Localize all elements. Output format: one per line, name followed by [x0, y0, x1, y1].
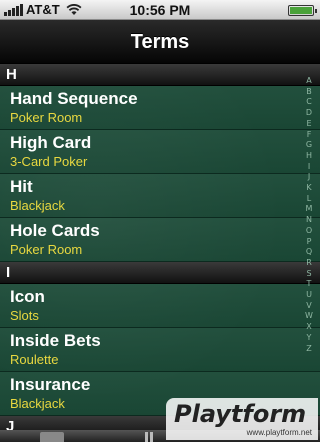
index-letter-k[interactable]: K [306, 183, 311, 194]
index-letter-o[interactable]: O [306, 226, 312, 237]
terms-list[interactable]: H Hand Sequence Poker Room High Card 3-Card … [0, 64, 320, 442]
list-item[interactable]: Hit Blackjack [0, 174, 320, 218]
list-item[interactable]: Hand Sequence Poker Room [0, 86, 320, 130]
index-letter-r[interactable]: R [306, 258, 312, 269]
index-letter-e[interactable]: E [306, 119, 311, 130]
index-letter-c[interactable]: C [306, 97, 312, 108]
term-title: Insurance [10, 375, 91, 394]
term-title: Hand Sequence [10, 89, 138, 108]
index-letter-q[interactable]: Q [306, 247, 312, 258]
term-title: Hit [10, 177, 33, 196]
term-game: Poker Room [10, 110, 83, 125]
index-letter-j[interactable]: J [308, 172, 310, 183]
navigation-bar: Terms [0, 20, 320, 64]
status-time: 10:56 PM [129, 2, 191, 18]
toolbar-tab-icon[interactable] [40, 432, 64, 442]
index-letter-i[interactable]: I [308, 162, 310, 173]
index-letter-p[interactable]: P [307, 237, 312, 248]
term-game: Poker Room [10, 242, 83, 257]
list-item[interactable]: High Card 3-Card Poker [0, 130, 320, 174]
battery-icon [288, 5, 317, 16]
term-title: Inside Bets [10, 331, 101, 350]
index-letter-t[interactable]: T [307, 279, 312, 290]
index-letter-f[interactable]: F [307, 130, 312, 141]
index-letter-n[interactable]: N [306, 215, 312, 226]
index-letter-a[interactable]: A [306, 76, 311, 87]
index-letter-x[interactable]: X [306, 322, 311, 333]
index-letter-v[interactable]: V [306, 301, 311, 312]
status-bar: AT&T 10:56 PM [0, 0, 320, 20]
index-letter-h[interactable]: H [306, 151, 312, 162]
list-item[interactable]: Icon Slots [0, 284, 320, 328]
term-title: Icon [10, 287, 45, 306]
section-index[interactable]: ABCDEFGHIJKLMNOPQRSTUVWXYZ [302, 76, 316, 354]
index-letter-u[interactable]: U [306, 290, 312, 301]
index-letter-s[interactable]: S [306, 269, 311, 280]
index-letter-d[interactable]: D [306, 108, 312, 119]
page-title: Terms [130, 31, 190, 53]
watermark-logo: Playtform [174, 400, 307, 428]
index-letter-w[interactable]: W [305, 311, 313, 322]
watermark: Playtform www.playtform.net [166, 398, 318, 440]
index-letter-b[interactable]: B [306, 87, 312, 98]
term-title: Hole Cards [10, 221, 100, 240]
term-game: Blackjack [10, 198, 65, 213]
watermark-url: www.playtform.net [246, 428, 312, 437]
index-letter-z[interactable]: Z [306, 344, 311, 355]
toolbar-bars-icon[interactable] [145, 432, 153, 442]
term-game: Roulette [10, 352, 59, 367]
term-game: 3-Card Poker [10, 154, 88, 169]
index-letter-l[interactable]: L [307, 194, 311, 205]
list-item[interactable]: Hole Cards Poker Room [0, 218, 320, 262]
battery-level [290, 7, 312, 14]
section-header-h: H [0, 64, 320, 86]
term-title: High Card [10, 133, 92, 152]
index-letter-m[interactable]: M [306, 204, 313, 215]
term-game: Slots [10, 308, 39, 323]
section-header-i: I [0, 262, 320, 284]
index-letter-g[interactable]: G [306, 140, 312, 151]
index-letter-y[interactable]: Y [307, 333, 312, 344]
list-item[interactable]: Inside Bets Roulette [0, 328, 320, 372]
